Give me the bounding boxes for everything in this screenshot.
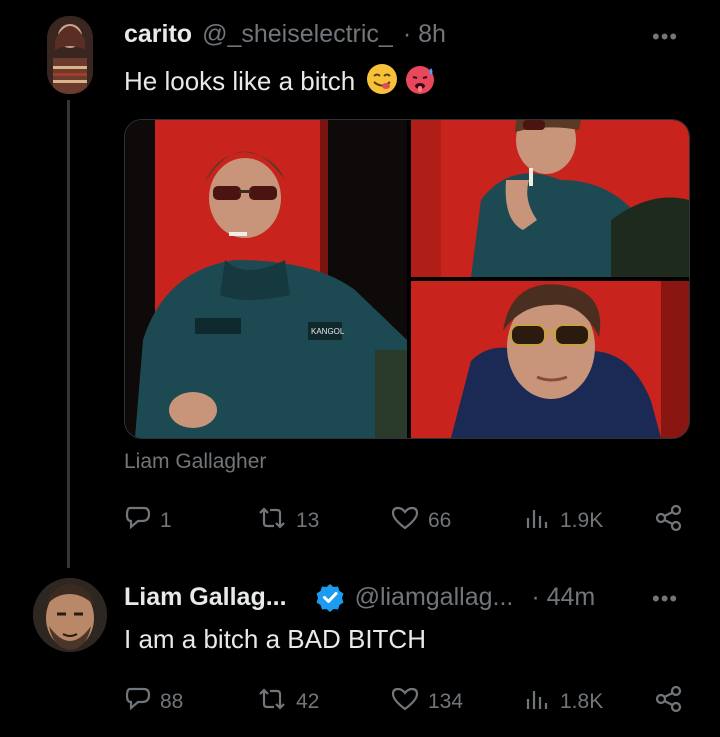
share-icon (654, 685, 684, 719)
photo-bottom-right[interactable] (411, 281, 689, 438)
views-button[interactable]: 1.8K (524, 685, 603, 719)
face-savoring-food-icon (365, 62, 399, 101)
more-icon[interactable]: ••• (652, 586, 678, 612)
more-icon[interactable]: ••• (652, 24, 678, 50)
like-count: 66 (428, 509, 452, 532)
media-grid[interactable]: KANGOL (124, 119, 690, 439)
repost-icon (256, 685, 288, 719)
like-button[interactable]: 134 (390, 685, 463, 719)
tweet1-text-row: He looks like a bitch (124, 62, 437, 101)
reply-icon (124, 504, 152, 538)
timestamp[interactable]: · 8h (403, 20, 446, 49)
like-count: 134 (428, 690, 464, 713)
views-button[interactable]: 1.9K (524, 504, 603, 538)
reply-count: 1 (160, 509, 172, 532)
photo-top-right[interactable] (411, 120, 689, 277)
jacket-logo: KANGOL (311, 327, 345, 336)
photo-left[interactable]: KANGOL (125, 120, 407, 438)
like-icon (390, 685, 420, 719)
repost-count: 13 (296, 509, 320, 532)
like-button[interactable]: 66 (390, 504, 451, 538)
reply-count: 88 (160, 690, 184, 713)
author-handle[interactable]: @liamgallag... (355, 583, 514, 612)
repost-icon (256, 504, 288, 538)
thread-line (67, 100, 70, 568)
views-count: 1.9K (560, 509, 604, 532)
author-name[interactable]: carito (124, 20, 192, 49)
media-caption[interactable]: Liam Gallagher (124, 450, 266, 474)
tweet-text: I am a bitch a BAD BITCH (124, 624, 426, 654)
share-button[interactable] (654, 504, 684, 538)
views-icon (524, 685, 552, 719)
author-name[interactable]: Liam Gallag... (124, 583, 287, 612)
repost-button[interactable]: 13 (256, 504, 319, 538)
tweet2-header: Liam Gallag... @liamgallag... · 44m (124, 582, 595, 612)
views-count: 1.8K (560, 690, 604, 713)
like-icon (390, 504, 420, 538)
avatar-carito[interactable] (47, 16, 93, 94)
tweet1-header: carito @_sheiselectric_ · 8h (124, 20, 446, 49)
tweet-text: He looks like a bitch (124, 66, 356, 96)
reply-icon (124, 685, 152, 719)
reply-button[interactable]: 1 (124, 504, 172, 538)
share-icon (654, 504, 684, 538)
views-icon (524, 504, 552, 538)
repost-count: 42 (296, 690, 320, 713)
verified-badge-icon (315, 582, 345, 612)
repost-button[interactable]: 42 (256, 685, 319, 719)
hot-face-icon (403, 62, 437, 101)
avatar-liam[interactable] (33, 578, 107, 652)
reply-button[interactable]: 88 (124, 685, 183, 719)
timestamp[interactable]: · 44m (531, 583, 595, 612)
author-handle[interactable]: @_sheiselectric_ (202, 20, 393, 49)
share-button[interactable] (654, 685, 684, 719)
